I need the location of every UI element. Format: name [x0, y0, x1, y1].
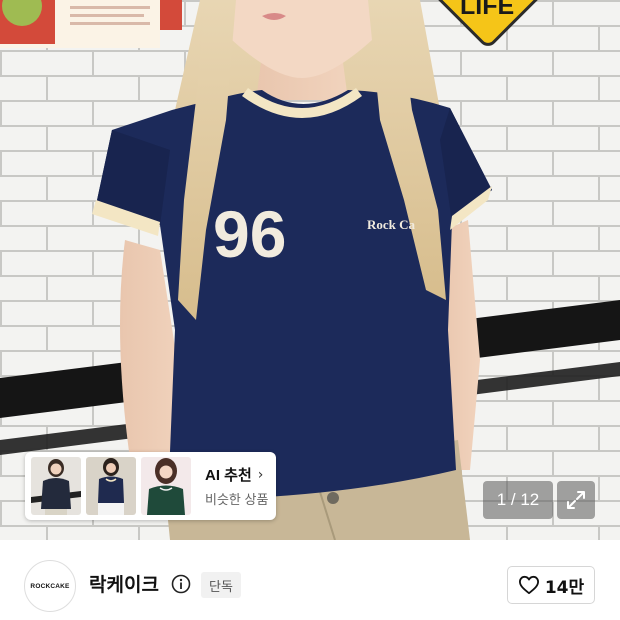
shirt-number: 96: [213, 197, 286, 271]
brand-name[interactable]: 락케이크: [89, 570, 159, 597]
similar-product-thumbnail[interactable]: [86, 457, 136, 515]
similar-product-thumbnail[interactable]: [141, 457, 191, 515]
image-pager-text: 1 / 12: [496, 490, 540, 509]
info-icon[interactable]: [171, 574, 191, 594]
exclusive-badge: 단독: [201, 572, 241, 598]
like-button[interactable]: 14만: [507, 566, 595, 604]
heart-icon: [518, 575, 539, 595]
expand-image-button[interactable]: [557, 481, 595, 519]
exclusive-badge-label: 단독: [209, 579, 233, 595]
image-pager: 1 / 12: [483, 481, 553, 519]
similar-product-thumbnail[interactable]: [31, 457, 81, 515]
product-image[interactable]: 96 Rock Ca LIFE AI 추천 › 비슷한 상품 1 / 12: [0, 0, 620, 540]
brand-logo-text: ROCKCAKE: [30, 582, 70, 590]
ai-recommendation-card[interactable]: AI 추천 › 비슷한 상품: [25, 452, 276, 520]
chevron-right-icon: ›: [257, 466, 264, 483]
ai-recommendation-title: AI 추천: [205, 467, 252, 484]
like-count: 14만: [544, 577, 585, 598]
expand-icon: [567, 491, 585, 509]
brand-logo[interactable]: ROCKCAKE: [24, 560, 76, 612]
shirt-script: Rock Ca: [367, 217, 416, 232]
sign-text: LIFE: [460, 0, 514, 20]
ai-recommendation-subtitle: 비슷한 상품: [205, 492, 269, 507]
